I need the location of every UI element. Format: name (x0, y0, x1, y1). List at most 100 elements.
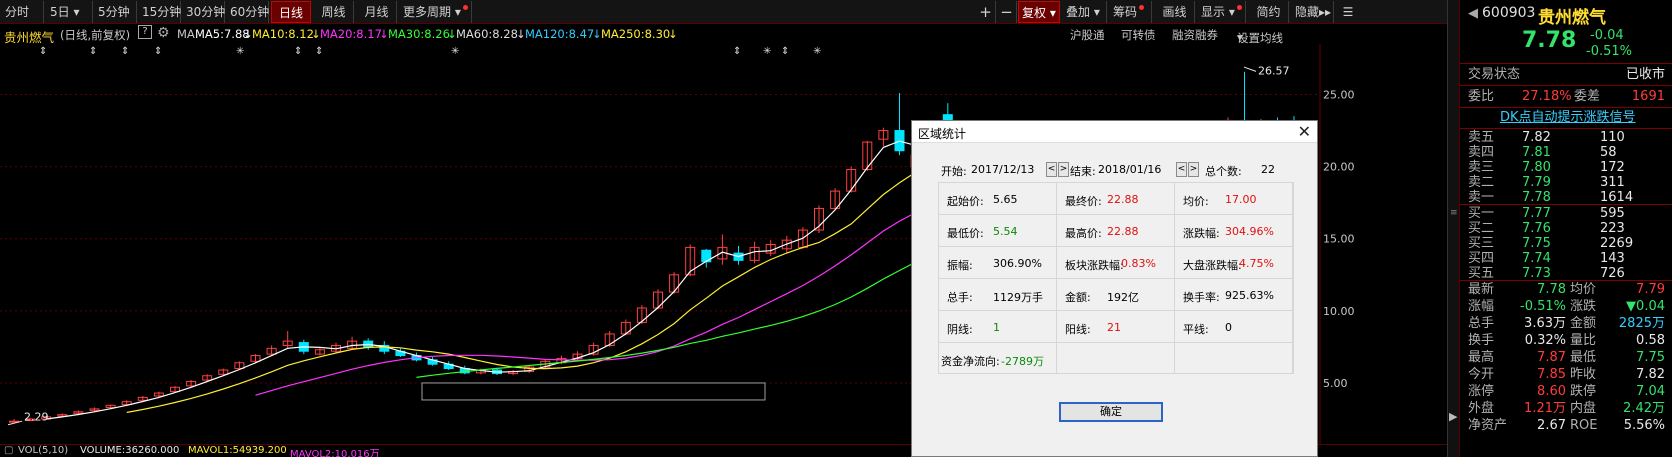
capital-flow-cell: 资金净流向: -2789万 (939, 343, 1057, 374)
zoom-out-button[interactable]: − (997, 1, 1017, 23)
ask-volume: 172 (1600, 160, 1625, 175)
stat-label: 昨收 (1570, 367, 1597, 382)
expand-arrow-icon[interactable]: ▶ (1449, 410, 1457, 423)
tab-period-fenshi[interactable]: 分时 (2, 1, 44, 23)
stat-label: 涨幅 (1468, 299, 1495, 314)
stat-row: 净资产 2.67 ROE 5.56% (1460, 418, 1672, 434)
stat-label: 跌停 (1570, 384, 1597, 399)
prev-stock-icon[interactable]: ◀ (1468, 6, 1478, 21)
chips-button[interactable]: 筹码 (1110, 1, 1152, 23)
y-tick-label: 15.00 (1323, 233, 1355, 246)
vol-square-icon[interactable]: ▢ (4, 445, 13, 456)
commission-diff-value: 1691 (1631, 89, 1665, 104)
stat-label: 外盘 (1468, 401, 1495, 416)
dropdown-arrow-icon: ▾ (1228, 5, 1235, 19)
stat-cell-value: 21 (1107, 321, 1121, 334)
quote-panel: ◀ 600903 贵州燃气 7.78 -0.04 -0.51% 交易状态 已收市… (1459, 0, 1672, 457)
link-margin-trading[interactable]: 融资融券 (1172, 27, 1218, 43)
end-next-button[interactable]: > (1188, 162, 1199, 177)
event-marker: ✳ (236, 46, 244, 57)
stat-value: 8.60 (1537, 384, 1566, 399)
tab-period-5day[interactable]: 5日 ▾ (47, 1, 93, 23)
side-scrollbar[interactable]: ≡ ▶ (1447, 0, 1459, 457)
start-next-button[interactable]: > (1058, 162, 1069, 177)
ask-row[interactable]: 卖二 7.79 311 (1460, 175, 1672, 191)
dk-signal-link[interactable]: DK点自动提示涨跌信号 (1500, 110, 1636, 126)
stat-value: 7.78 (1537, 282, 1566, 297)
stat-cell-label: 最终价: (1065, 195, 1102, 208)
stat-cell-value: 0.83% (1121, 257, 1156, 270)
stat-cell-value: 5.65 (993, 193, 1018, 206)
stat-cell-label: 平线: (1183, 323, 1209, 336)
draw-line-button[interactable]: 画线 (1155, 1, 1195, 23)
tab-period-monthly[interactable]: 月线 (357, 1, 397, 23)
stats-grid: 起始价: 5.65 最终价: 22.88 均价: 17.00 最低价: 5.54 最高价: 22.… (938, 182, 1294, 374)
tab-period-15min[interactable]: 15分钟 (139, 1, 181, 23)
ask-row[interactable]: 卖五 7.82 110 (1460, 130, 1672, 146)
count-value: 22 (1261, 163, 1275, 176)
ask-row[interactable]: 卖三 7.80 172 (1460, 160, 1672, 176)
ask-row[interactable]: 卖四 7.81 58 (1460, 145, 1672, 161)
event-marker: ⇕ (294, 46, 302, 57)
dialog-titlebar[interactable]: 区域统计 ✕ (912, 121, 1317, 143)
more-periods-button[interactable]: 更多周期 ▾ (400, 1, 472, 23)
display-button[interactable]: 显示 ▾ (1198, 1, 1246, 23)
link-hugutong[interactable]: 沪股通 (1070, 27, 1105, 43)
overlay-button[interactable]: 叠加 ▾ (1063, 1, 1107, 23)
stat-cell: 大盘涨跌幅: 4.75% (1175, 247, 1293, 279)
stat-label: 总手 (1468, 316, 1495, 331)
period-toolbar: 分时 5日 ▾ 5分钟 15分钟 30分钟 60分钟 日线 周线 月线 更多周期… (0, 0, 1447, 24)
simple-mode-button[interactable]: 简约 (1249, 1, 1289, 23)
close-icon[interactable]: ✕ (1298, 122, 1311, 141)
tab-period-60min[interactable]: 60分钟 (227, 1, 269, 23)
event-marker: ✳ (451, 46, 459, 57)
bid-row[interactable]: 买四 7.74 143 (1460, 251, 1672, 267)
tab-label: 分时 (5, 5, 30, 19)
stat-cell-value: 304.96% (1225, 225, 1274, 238)
stat-cell: 均价: 17.00 (1175, 183, 1293, 215)
empty-cell (1175, 343, 1293, 374)
bid-row[interactable]: 买一 7.77 595 (1460, 206, 1672, 222)
stat-cell-label: 大盘涨跌幅: (1183, 259, 1242, 272)
bid-row[interactable]: 买二 7.76 223 (1460, 221, 1672, 237)
link-convertible-bond[interactable]: 可转债 (1121, 27, 1156, 43)
stat-cell-value: 1 (993, 321, 1000, 334)
stat-value: 0.58 (1636, 333, 1665, 348)
stat-cell: 阳线: 21 (1057, 311, 1175, 343)
stat-cell-value: 4.75% (1239, 257, 1274, 270)
stat-value: 0.32% (1524, 333, 1566, 348)
end-label: 结束: (1070, 165, 1096, 178)
stat-row: 涨停 8.60 跌停 7.04 (1460, 384, 1672, 400)
tab-period-daily[interactable]: 日线 (271, 1, 311, 23)
bid-label: 买三 (1468, 236, 1495, 251)
bid-volume: 223 (1600, 221, 1625, 236)
zoom-in-button[interactable]: + (976, 1, 996, 23)
tab-label: 筹码 (1113, 5, 1138, 19)
hide-button[interactable]: 隐藏▸▸ (1292, 1, 1334, 23)
tab-period-5min[interactable]: 5分钟 (95, 1, 137, 23)
stat-cell: 板块涨跌幅: 0.83% (1057, 247, 1175, 279)
commission-diff-label: 委差 (1574, 89, 1601, 104)
stat-label: 最高 (1468, 350, 1495, 365)
help-icon[interactable]: ? (138, 25, 152, 39)
start-prev-button[interactable]: < (1046, 162, 1057, 177)
stat-cell-label: 换手率: (1183, 291, 1220, 304)
fuquan-button[interactable]: 复权 ▾ (1018, 1, 1060, 23)
end-prev-button[interactable]: < (1176, 162, 1187, 177)
stat-cell-value: 17.00 (1225, 193, 1257, 206)
tab-period-30min[interactable]: 30分钟 (183, 1, 225, 23)
tab-period-weekly[interactable]: 周线 (314, 1, 354, 23)
bid-volume: 2269 (1600, 236, 1634, 251)
menu-button[interactable]: ☰ (1337, 1, 1359, 23)
y-tick-label: 20.00 (1323, 161, 1355, 174)
dropdown-arrow-icon: ▾ (1049, 6, 1056, 20)
collapse-handle-icon[interactable]: ≡ (1450, 208, 1458, 218)
ask-volume: 311 (1600, 175, 1625, 190)
latest-price: 7.78 (1522, 28, 1577, 53)
high-price-label: 26.57 (1258, 64, 1290, 77)
tab-label: 周线 (321, 5, 346, 19)
ok-button[interactable]: 确定 (1059, 402, 1163, 422)
bid-row[interactable]: 买三 7.75 2269 (1460, 236, 1672, 252)
stat-row: 最高 7.87 最低 7.75 (1460, 350, 1672, 366)
gear-icon[interactable]: ⚙ (157, 25, 170, 41)
